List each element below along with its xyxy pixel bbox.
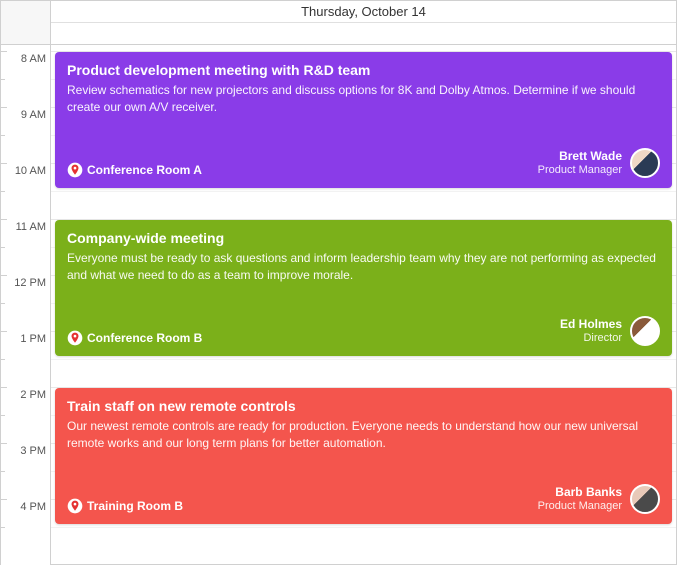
hour-label: 8 AM <box>21 53 46 65</box>
calendar-body[interactable]: 8 AM9 AM10 AM11 AM12 PM1 PM2 PM3 PM4 PM … <box>1 45 676 565</box>
hour-slot: 3 PM <box>1 443 50 499</box>
hour-slot: 12 PM <box>1 275 50 331</box>
hour-slot: 10 AM <box>1 163 50 219</box>
hour-label: 9 AM <box>21 109 46 121</box>
event-footer: Conference Room A Brett WadeProduct Manag… <box>67 148 660 178</box>
event-organizer: Brett WadeProduct Manager <box>538 148 660 178</box>
event-title: Company-wide meeting <box>67 230 660 246</box>
hour-label: 2 PM <box>20 389 46 401</box>
event-location-text: Conference Room A <box>87 163 202 177</box>
date-label[interactable]: Thursday, October 14 <box>51 1 676 23</box>
hour-slot: 9 AM <box>1 107 50 163</box>
hour-label: 3 PM <box>20 445 46 457</box>
calendar-event[interactable]: Train staff on new remote controls Our ne… <box>55 388 672 524</box>
event-footer: Conference Room B Ed HolmesDirector <box>67 316 660 346</box>
organizer-avatar <box>630 316 660 346</box>
calendar-day-view: Thursday, October 14 8 AM 9 AM 10 AM 11 AM 1… <box>0 0 677 565</box>
time-column: 8 AM 9 AM 10 AM 11 AM 12 PM 1 PM 2 PM 3 PM 4 PM <box>1 45 51 565</box>
calendar-event[interactable]: Product development meeting with R&D tea… <box>55 52 672 188</box>
event-area[interactable]: Product development meeting with R&D tea… <box>55 45 672 565</box>
event-organizer: Ed HolmesDirector <box>560 316 660 346</box>
organizer-avatar <box>630 148 660 178</box>
hour-label: 10 AM <box>15 165 46 177</box>
calendar-header: Thursday, October 14 <box>1 1 676 45</box>
event-location: Conference Room A <box>67 162 202 178</box>
event-location-text: Conference Room B <box>87 331 202 345</box>
hour-label: 1 PM <box>20 333 46 345</box>
hour-slot: 11 AM <box>1 219 50 275</box>
event-organizer: Barb BanksProduct Manager <box>538 484 660 514</box>
location-pin-icon <box>67 498 83 514</box>
hour-label: 12 PM <box>14 277 46 289</box>
organizer-avatar <box>630 484 660 514</box>
hour-slot: 1 PM <box>1 331 50 387</box>
organizer-name: Barb Banks <box>538 485 622 499</box>
event-location: Training Room B <box>67 498 183 514</box>
event-location: Conference Room B <box>67 330 202 346</box>
event-title: Product development meeting with R&D tea… <box>67 62 660 78</box>
event-description: Our newest remote controls are ready for… <box>67 418 660 452</box>
location-pin-icon <box>67 330 83 346</box>
organizer-role: Director <box>560 332 622 345</box>
calendar-event[interactable]: Company-wide meeting Everyone must be rea… <box>55 220 672 356</box>
event-location-text: Training Room B <box>87 499 183 513</box>
hour-slot: 2 PM <box>1 387 50 443</box>
event-description: Review schematics for new projectors and… <box>67 82 660 116</box>
organizer-role: Product Manager <box>538 164 622 177</box>
organizer-name: Brett Wade <box>538 149 622 163</box>
allday-row[interactable] <box>51 23 676 44</box>
organizer-role: Product Manager <box>538 500 622 513</box>
hour-label: 11 AM <box>16 221 46 233</box>
header-corner <box>1 1 51 44</box>
hour-slot: 4 PM <box>1 499 50 555</box>
event-footer: Training Room B Barb BanksProduct Manager <box>67 484 660 514</box>
event-description: Everyone must be ready to ask questions … <box>67 250 660 284</box>
hour-label: 4 PM <box>20 501 46 513</box>
event-title: Train staff on new remote controls <box>67 398 660 414</box>
location-pin-icon <box>67 162 83 178</box>
hour-slot: 8 AM <box>1 51 50 107</box>
organizer-name: Ed Holmes <box>560 317 622 331</box>
header-day-column: Thursday, October 14 <box>51 1 676 44</box>
